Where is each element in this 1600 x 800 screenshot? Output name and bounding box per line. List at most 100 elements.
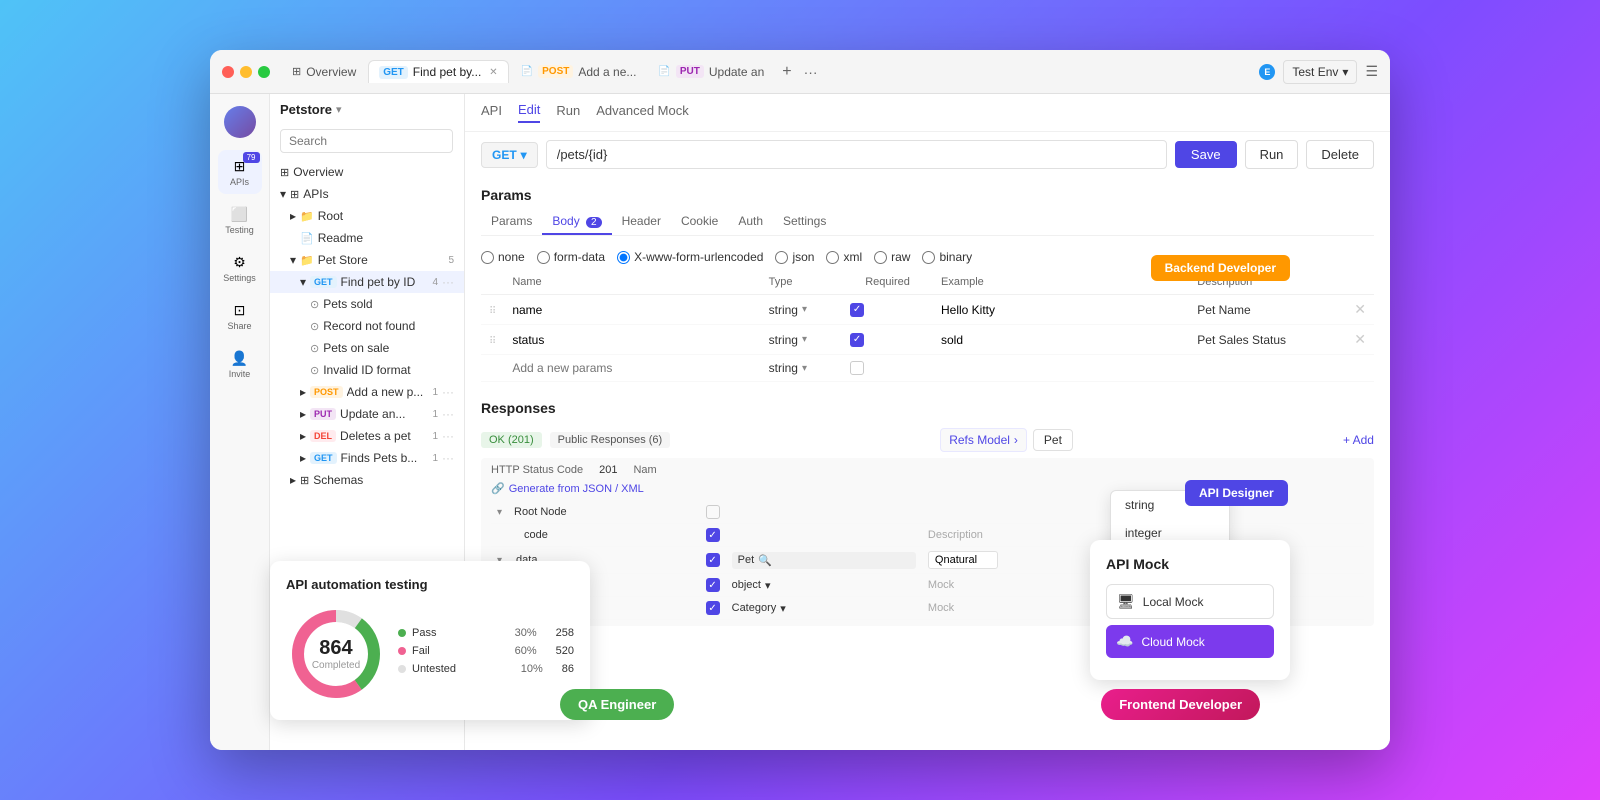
post-more-icon[interactable]: ···	[442, 385, 454, 399]
tree-apis-folder[interactable]: ▾ ⊞ APIs	[270, 183, 464, 205]
sidebar-item-invite[interactable]: 👤 Invite	[218, 342, 262, 386]
code-checkbox[interactable]: ✓	[706, 528, 720, 542]
tree-get-finds-pets[interactable]: ▸ GET Finds Pets b... 1 ···	[270, 447, 464, 469]
tree-find-pet-by-id[interactable]: ▾ GET Find pet by ID 4 ···	[270, 271, 464, 293]
qnatural-input[interactable]	[928, 551, 998, 569]
tree-root-folder[interactable]: ▸ 📁 Root	[270, 205, 464, 227]
tab-post-add[interactable]: 📄 POST Add a ne...	[511, 61, 647, 83]
close-button[interactable]	[222, 66, 234, 78]
tab-put-update[interactable]: 📄 PUT Update an	[648, 61, 774, 83]
radio-none[interactable]: none	[481, 250, 525, 264]
radio-binary[interactable]: binary	[922, 250, 972, 264]
sidebar-item-apis[interactable]: ⊞ APIs 79	[218, 150, 262, 194]
tab-settings[interactable]: Settings	[773, 209, 836, 235]
example-input-1[interactable]	[941, 303, 1181, 317]
status-badge[interactable]: OK (201)	[481, 432, 542, 448]
subnav-api[interactable]: API	[481, 103, 502, 122]
avatar[interactable]	[224, 106, 256, 138]
del-more-icon[interactable]: ···	[442, 429, 454, 443]
pet-search[interactable]: Pet 🔍	[732, 552, 916, 569]
tree-record-not-found[interactable]: ⊙ Record not found	[270, 315, 464, 337]
add-response-button[interactable]: + Add	[1343, 433, 1374, 447]
tree-petstore-folder[interactable]: ▾ 📁 Pet Store 5	[270, 249, 464, 271]
tree-schemas-folder[interactable]: ▸ ⊞ Schemas	[270, 469, 464, 491]
drag-handle-2[interactable]: ⠿	[489, 336, 496, 347]
backend-developer-tooltip: Backend Developer	[1151, 255, 1290, 281]
radio-urlencoded[interactable]: X-www-form-urlencoded	[617, 250, 763, 264]
public-responses-badge[interactable]: Public Responses (6)	[550, 432, 671, 448]
tab-header[interactable]: Header	[612, 209, 671, 235]
subnav-edit[interactable]: Edit	[518, 102, 540, 123]
local-mock-option[interactable]: 🖥 Local Mock	[1106, 584, 1274, 619]
cloud-mock-option[interactable]: ☁️ Cloud Mock	[1106, 625, 1274, 658]
search-input[interactable]	[280, 129, 453, 153]
remove-param-2[interactable]: ✕	[1354, 331, 1366, 347]
put-more-icon[interactable]: ···	[442, 407, 454, 421]
subnav-run[interactable]: Run	[556, 103, 580, 122]
more-options-icon[interactable]: ···	[442, 275, 454, 289]
type-select-1[interactable]: string ▾	[769, 303, 834, 317]
radio-formdata[interactable]: form-data	[537, 250, 605, 264]
drag-handle[interactable]: ⠿	[489, 306, 496, 317]
radio-raw[interactable]: raw	[874, 250, 910, 264]
delete-button[interactable]: Delete	[1306, 140, 1374, 169]
method-chevron-icon: ▾	[521, 148, 527, 162]
filter-button[interactable]: ⊟	[457, 129, 465, 153]
data-checkbox[interactable]: ✓	[706, 553, 720, 567]
sidebar-item-testing[interactable]: ⬜ Testing	[218, 198, 262, 242]
frontend-developer-tooltip: Frontend Developer	[1101, 689, 1260, 720]
name-input-2[interactable]	[512, 333, 752, 347]
new-tab-button[interactable]: +	[776, 63, 797, 81]
id-checkbox[interactable]: ✓	[706, 578, 720, 592]
tree-invalid-id-format[interactable]: ⊙ Invalid ID format	[270, 359, 464, 381]
workspace-chevron-icon[interactable]: ▾	[336, 103, 342, 116]
name-input-1[interactable]	[512, 303, 752, 317]
tree-overview[interactable]: ⊞ Overview	[270, 161, 464, 183]
minimize-button[interactable]	[240, 66, 252, 78]
example-input-2[interactable]	[941, 333, 1181, 347]
run-button[interactable]: Run	[1245, 140, 1299, 169]
maximize-button[interactable]	[258, 66, 270, 78]
tab-get-find-pet[interactable]: GET Find pet by... ✕	[368, 60, 508, 83]
tree-del-pet[interactable]: ▸ DEL Deletes a pet 1 ···	[270, 425, 464, 447]
tree-readme[interactable]: 📄 Readme	[270, 227, 464, 249]
type-category[interactable]: Category ▾	[732, 602, 916, 615]
add-param-input[interactable]	[512, 361, 752, 375]
finds-more-icon[interactable]: ···	[442, 451, 454, 465]
menu-icon[interactable]: ☰	[1365, 63, 1378, 80]
url-input[interactable]	[546, 140, 1167, 169]
radio-xml[interactable]: xml	[826, 250, 862, 264]
pets-sold-icon: ⊙	[310, 298, 319, 311]
required-checkbox-new[interactable]	[850, 361, 864, 375]
method-selector[interactable]: GET ▾	[481, 142, 538, 168]
sidebar-item-settings[interactable]: ⚙ Settings	[218, 246, 262, 290]
tab-cookie[interactable]: Cookie	[671, 209, 728, 235]
type-object[interactable]: object ▾	[732, 579, 916, 592]
method-badge-put: PUT	[676, 65, 704, 78]
required-checkbox-1[interactable]: ✓	[850, 303, 864, 317]
save-button[interactable]: Save	[1175, 141, 1237, 168]
tabs-more-button[interactable]: ···	[800, 64, 822, 80]
tab-overview[interactable]: ⊞ Overview	[282, 61, 366, 83]
remove-param-1[interactable]: ✕	[1354, 301, 1366, 317]
tree-post-add[interactable]: ▸ POST Add a new p... 1 ···	[270, 381, 464, 403]
required-checkbox-2[interactable]: ✓	[850, 333, 864, 347]
sidebar-item-share[interactable]: ⊡ Share	[218, 294, 262, 338]
category-checkbox[interactable]: ✓	[706, 601, 720, 615]
root-chevron-icon[interactable]: ▾	[497, 507, 502, 518]
tree-pets-on-sale[interactable]: ⊙ Pets on sale	[270, 337, 464, 359]
tab-auth[interactable]: Auth	[728, 209, 773, 235]
refs-model-button[interactable]: Refs Model ›	[940, 428, 1027, 452]
type-select-new[interactable]: string ▾	[769, 361, 834, 375]
tree-pets-sold[interactable]: ⊙ Pets sold	[270, 293, 464, 315]
env-selector[interactable]: Test Env ▾	[1283, 60, 1357, 84]
tab-params[interactable]: Params	[481, 209, 542, 235]
tree-put-update[interactable]: ▸ PUT Update an... 1 ···	[270, 403, 464, 425]
subnav-advanced-mock[interactable]: Advanced Mock	[596, 103, 689, 122]
invalid-id-icon: ⊙	[310, 364, 319, 377]
radio-json[interactable]: json	[775, 250, 814, 264]
tab-close-icon[interactable]: ✕	[489, 67, 497, 78]
root-checkbox[interactable]	[706, 505, 720, 519]
tab-body[interactable]: Body 2	[542, 209, 611, 235]
type-select-2[interactable]: string ▾	[769, 333, 834, 347]
